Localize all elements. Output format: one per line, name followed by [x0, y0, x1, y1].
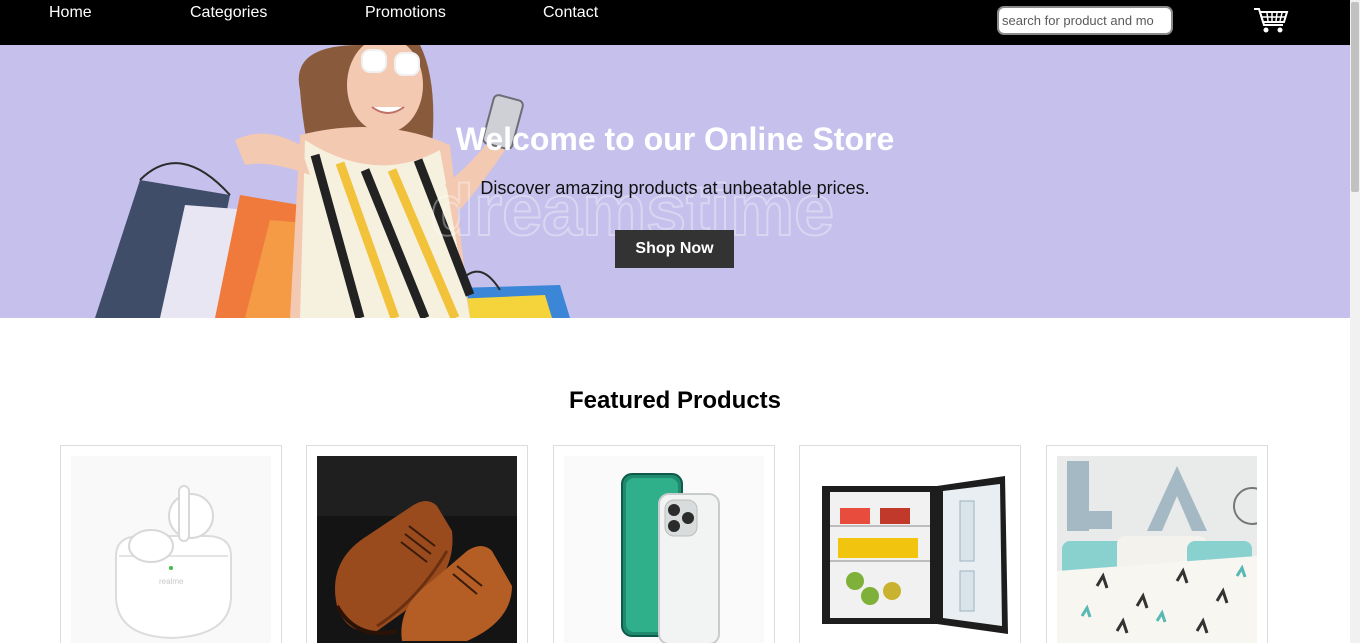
product-card-smartphone[interactable] [553, 445, 775, 643]
nav-link-promotions[interactable]: Promotions [365, 4, 446, 22]
product-image-earbuds: realme [71, 456, 271, 643]
product-card-bedding[interactable] [1046, 445, 1268, 643]
shopping-cart-icon [1254, 8, 1289, 33]
page-scrollbar[interactable] [1350, 0, 1360, 643]
product-image-smartphone [564, 456, 764, 643]
hero-banner: dreamstime Welcome to our Online Store D… [0, 45, 1350, 318]
search-input[interactable] [997, 6, 1173, 35]
product-image-shoes [317, 456, 517, 643]
product-card-earbuds[interactable]: realme [60, 445, 282, 643]
shop-now-button[interactable]: Shop Now [615, 230, 734, 268]
svg-text:realme: realme [159, 577, 184, 586]
hero-title: Welcome to our Online Store [455, 121, 895, 157]
product-image-mini-fridge [810, 456, 1010, 643]
nav-link-contact[interactable]: Contact [543, 4, 598, 22]
cart-button[interactable] [1252, 6, 1290, 34]
featured-products-heading: Featured Products [568, 387, 782, 414]
page: Home Categories Promotions Contact searc… [0, 0, 1360, 643]
top-navbar: Home Categories Promotions Contact [0, 0, 1350, 45]
product-card-shoes[interactable] [306, 445, 528, 643]
product-image-bedding [1057, 456, 1257, 643]
hero-subtitle: Discover amazing products at unbeatable … [480, 178, 870, 198]
product-card-mini-fridge[interactable] [799, 445, 1021, 643]
nav-link-categories[interactable]: Categories [190, 4, 267, 22]
scrollbar-thumb[interactable] [1351, 2, 1359, 192]
nav-link-home[interactable]: Home [49, 4, 92, 22]
